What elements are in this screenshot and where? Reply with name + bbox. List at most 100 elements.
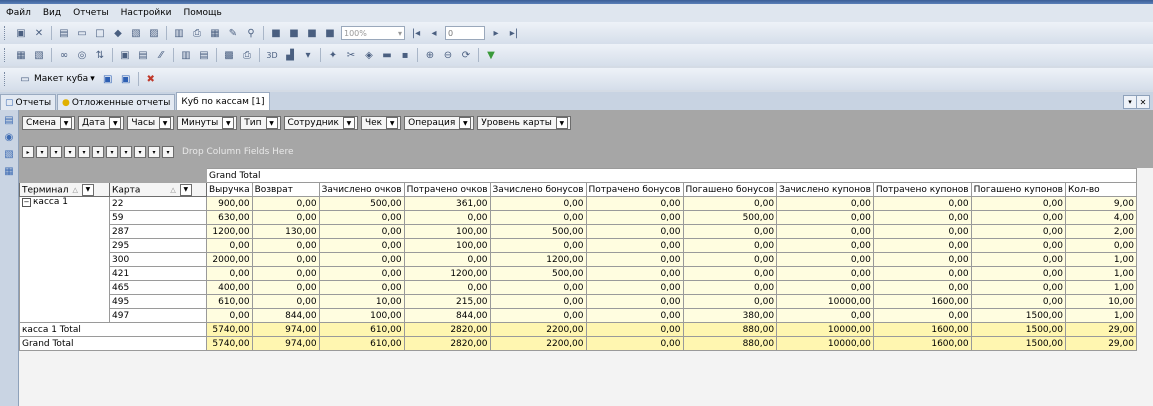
filter-wand-icon[interactable]: ✦	[325, 47, 341, 63]
value-cell[interactable]: 0,00	[489, 238, 587, 253]
value-cell[interactable]: 361,00	[403, 196, 491, 211]
value-cell[interactable]: 0,00	[251, 238, 320, 253]
value-cell[interactable]: 844,00	[403, 308, 491, 323]
zoom-out-icon[interactable]: ⊖	[440, 47, 456, 63]
eraser-icon[interactable]: ◈	[361, 47, 377, 63]
value-cell[interactable]: 0,00	[403, 280, 491, 295]
value-cell[interactable]: 0,00	[682, 238, 778, 253]
paint-icon[interactable]: ✎	[225, 25, 241, 41]
table-icon[interactable]: ▦	[2, 164, 16, 178]
value-cell[interactable]: 10000,00	[776, 336, 874, 351]
value-cell[interactable]: 4,00	[1064, 210, 1137, 225]
value-cell[interactable]: 0,00	[970, 280, 1066, 295]
value-cell[interactable]: 0,00	[489, 308, 587, 323]
save-layout-icon[interactable]: ▣	[100, 71, 116, 87]
value-cell[interactable]: 0,00	[318, 280, 405, 295]
value-cell[interactable]: 1,00	[1064, 252, 1137, 267]
field-button[interactable]: ▾	[106, 146, 118, 158]
value-cell[interactable]: 880,00	[682, 336, 778, 351]
value-cell[interactable]: 500,00	[318, 196, 405, 211]
value-cell[interactable]: 0,00	[776, 266, 874, 281]
copy-icon[interactable]: ▦	[207, 25, 223, 41]
value-cell[interactable]: 0,00	[403, 210, 491, 225]
row-header-card[interactable]: 22	[109, 196, 207, 211]
color-icon[interactable]: ◆	[110, 25, 126, 41]
value-cell[interactable]: 0,00	[970, 266, 1066, 281]
value-cell[interactable]: 29,00	[1064, 336, 1137, 351]
field-button[interactable]: ▾	[148, 146, 160, 158]
value-cell[interactable]: 0,00	[318, 224, 405, 239]
value-cell[interactable]: 1200,00	[206, 224, 253, 239]
value-cell[interactable]: 0,00	[318, 238, 405, 253]
value-cell[interactable]: 0,00	[251, 294, 320, 309]
value-cell[interactable]: 0,00	[318, 266, 405, 281]
total-label[interactable]: Grand Total	[19, 336, 207, 351]
value-cell[interactable]: 0,00	[206, 238, 253, 253]
value-cell[interactable]: 0,00	[318, 210, 405, 225]
page-multi-icon[interactable]: ■	[304, 25, 320, 41]
row-header-card[interactable]: 287	[109, 224, 207, 239]
total-label[interactable]: касса 1 Total	[19, 322, 207, 337]
field-button[interactable]: ▾	[92, 146, 104, 158]
filter-field-button[interactable]: Операция ▼	[404, 116, 475, 130]
field-button[interactable]: ▾	[36, 146, 48, 158]
chevron-down-icon[interactable]: ▼	[386, 117, 399, 129]
chevron-down-icon[interactable]: ▼	[81, 183, 94, 196]
value-cell[interactable]: 974,00	[251, 322, 320, 337]
row-header-card[interactable]: 421	[109, 266, 207, 281]
value-cell[interactable]: 844,00	[251, 308, 320, 323]
value-cell[interactable]: 0,00	[585, 238, 684, 253]
value-cell[interactable]: 0,00	[403, 252, 491, 267]
chart-icon[interactable]: ▟	[282, 47, 298, 63]
prev-page-icon[interactable]: ◂	[426, 25, 442, 41]
value-cell[interactable]: 0,00	[776, 196, 874, 211]
printer-icon[interactable]: ⎙	[239, 47, 255, 63]
value-cell[interactable]: 610,00	[318, 322, 405, 337]
print-icon[interactable]: ⎙	[189, 25, 205, 41]
value-cell[interactable]: 0,00	[776, 308, 874, 323]
value-cell[interactable]: 0,00	[872, 308, 972, 323]
collapse-icon[interactable]: −	[22, 198, 31, 207]
menu-help[interactable]: Помощь	[177, 8, 227, 18]
column-header[interactable]: Зачислено очков	[318, 182, 405, 197]
value-cell[interactable]: 0,00	[585, 196, 684, 211]
bar-icon[interactable]: ▬	[379, 47, 395, 63]
value-cell[interactable]: 1500,00	[970, 322, 1066, 337]
print-preview-icon[interactable]: ▥	[171, 25, 187, 41]
link-icon[interactable]: ∞	[56, 47, 72, 63]
filter-field-button[interactable]: Уровень карты ▼	[477, 116, 571, 130]
column-header[interactable]: Погашено бонусов	[682, 182, 778, 197]
value-cell[interactable]: 10000,00	[776, 322, 874, 337]
value-cell[interactable]: 1200,00	[403, 266, 491, 281]
page-full-icon[interactable]: ■	[322, 25, 338, 41]
value-cell[interactable]: 0,00	[682, 196, 778, 211]
chevron-down-icon[interactable]: ▼	[60, 117, 73, 129]
export-icon[interactable]: ▧	[2, 147, 16, 161]
menu-view[interactable]: Вид	[37, 8, 67, 18]
folder-icon[interactable]: ▭	[74, 25, 90, 41]
value-cell[interactable]: 100,00	[403, 238, 491, 253]
expand-icon[interactable]: ▸	[22, 146, 34, 158]
toolbar-grip[interactable]	[4, 48, 8, 62]
value-cell[interactable]: 0,00	[682, 294, 778, 309]
value-cell[interactable]: 29,00	[1064, 322, 1137, 337]
filter-icon[interactable]: ▼	[483, 47, 499, 63]
delete-icon[interactable]: ✖	[143, 71, 159, 87]
value-cell[interactable]: 0,00	[585, 266, 684, 281]
value-cell[interactable]: 900,00	[206, 196, 253, 211]
value-cell[interactable]: 0,00	[251, 210, 320, 225]
value-cell[interactable]: 100,00	[318, 308, 405, 323]
toolbar-grip[interactable]	[4, 26, 8, 40]
field-button[interactable]: ▾	[134, 146, 146, 158]
value-cell[interactable]: 0,00	[682, 224, 778, 239]
value-cell[interactable]: 2000,00	[206, 252, 253, 267]
filter-field-button[interactable]: Чек ▼	[360, 116, 402, 130]
close-icon[interactable]: ✕	[1136, 95, 1150, 109]
page-icon[interactable]: □	[92, 25, 108, 41]
menu-file[interactable]: Файл	[0, 8, 37, 18]
value-cell[interactable]: 1600,00	[872, 294, 972, 309]
value-cell[interactable]: 0,00	[872, 252, 972, 267]
3d-icon[interactable]: 3D	[264, 47, 280, 63]
format-icon[interactable]: ⁄⁄	[153, 47, 169, 63]
value-cell[interactable]: 0,00	[251, 196, 320, 211]
